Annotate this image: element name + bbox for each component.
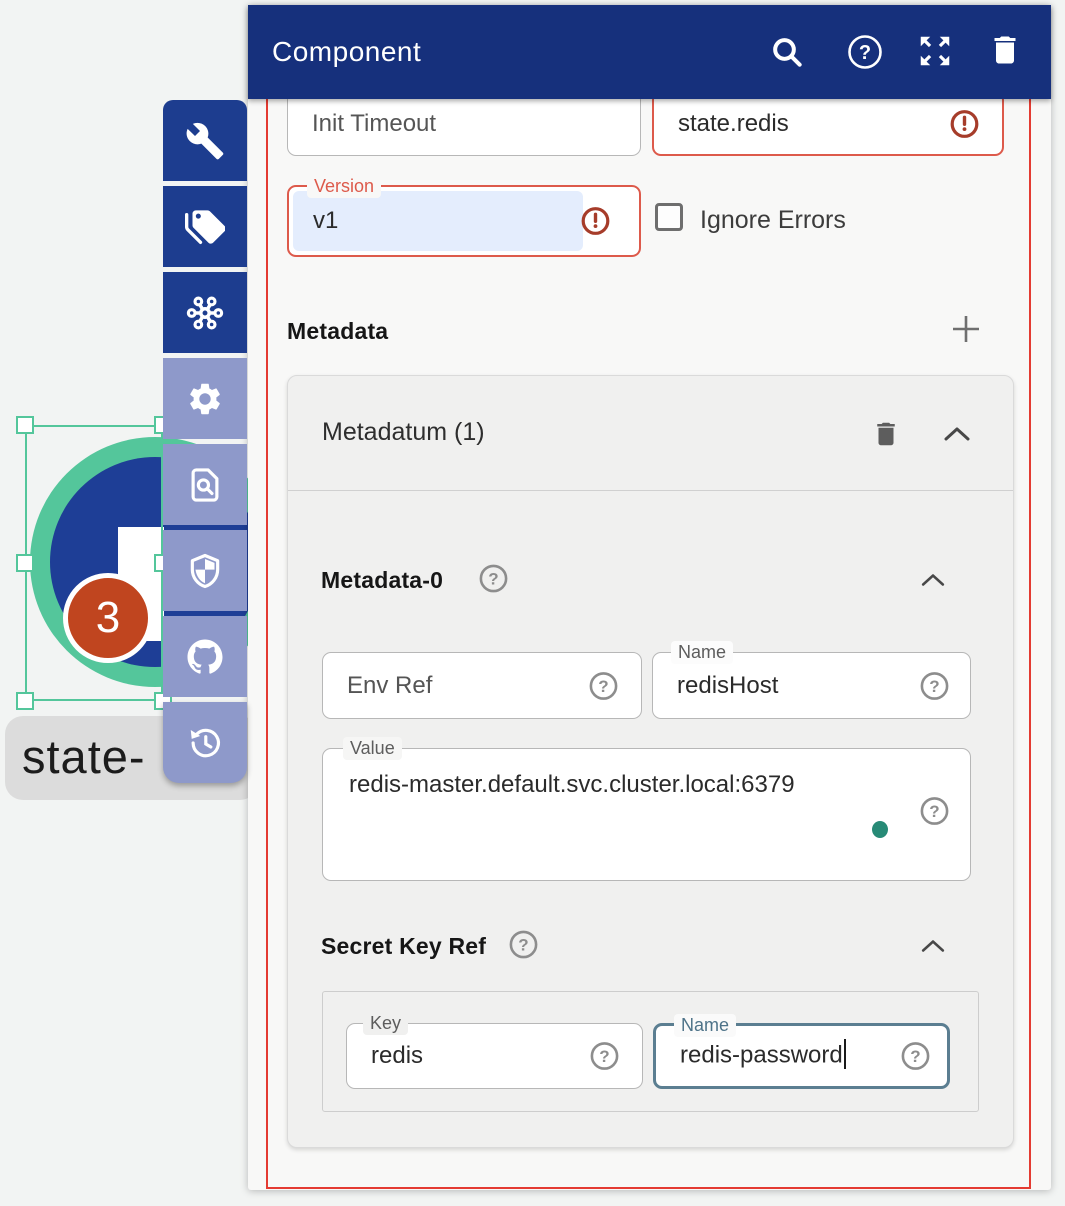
- toolbar-hub-button[interactable]: [163, 272, 247, 353]
- help-button[interactable]: ?: [845, 32, 885, 72]
- metadata-0-heading: Metadata-0: [321, 567, 443, 594]
- chevron-up-icon: [920, 941, 946, 958]
- svg-text:?: ?: [518, 936, 528, 955]
- secret-key-ref-heading: Secret Key Ref: [321, 933, 486, 960]
- resize-handle-ml[interactable]: [16, 554, 34, 572]
- secret-key-ref-group: Key redis ? Name redis-password ?: [322, 991, 979, 1112]
- tags-icon: [185, 207, 225, 247]
- svg-text:?: ?: [859, 42, 871, 64]
- trash-icon: [987, 55, 1023, 72]
- history-icon: [186, 724, 224, 762]
- metadatum-accordion: Metadatum (1) Metadata-0 ? Env Ref ? Nam…: [287, 375, 1014, 1148]
- svg-text:?: ?: [910, 1047, 920, 1066]
- ignore-errors-checkbox[interactable]: [655, 203, 683, 231]
- toolbar-history-button[interactable]: [163, 702, 247, 783]
- secret-key-ref-help-button[interactable]: ?: [508, 929, 539, 960]
- svg-text:?: ?: [488, 570, 498, 589]
- metadata-value-field[interactable]: Value redis-master.default.svc.cluster.l…: [322, 748, 971, 881]
- ignore-errors-label: Ignore Errors: [700, 206, 846, 235]
- metadatum-accordion-header[interactable]: Metadatum (1): [288, 376, 1013, 491]
- version-field[interactable]: Version v1: [287, 185, 641, 257]
- wrench-icon: [185, 121, 225, 161]
- chevron-up-icon: [943, 430, 971, 447]
- value-label: Value: [343, 737, 402, 760]
- component-drawer: Init Timeout state.redis Version v1 Igno…: [248, 5, 1051, 1190]
- chevron-up-icon: [920, 575, 946, 592]
- env-ref-field[interactable]: Env Ref ?: [322, 652, 642, 719]
- error-count-badge: 3: [63, 573, 153, 663]
- toolbar-security-button[interactable]: [163, 530, 247, 611]
- help-icon[interactable]: ?: [900, 1041, 931, 1072]
- collapse-metadatum-button[interactable]: [943, 425, 971, 443]
- help-icon[interactable]: ?: [588, 670, 619, 701]
- error-icon: [949, 108, 980, 139]
- gear-icon: [186, 380, 224, 418]
- metadata-name-field[interactable]: Name redisHost ?: [652, 652, 971, 719]
- delete-button[interactable]: [987, 32, 1027, 72]
- help-icon: ?: [508, 947, 539, 964]
- metadata-heading: Metadata: [287, 318, 388, 345]
- component-type-value: state.redis: [678, 110, 789, 138]
- toolbar-settings-button[interactable]: [163, 358, 247, 439]
- toolbar-wrench-button[interactable]: [163, 100, 247, 181]
- secret-key-value: redis: [371, 1042, 423, 1070]
- svg-text:?: ?: [929, 802, 939, 821]
- metadata-name-value: redisHost: [677, 672, 778, 700]
- secret-name-field[interactable]: Name redis-password ?: [653, 1023, 950, 1089]
- github-icon: [184, 636, 226, 678]
- svg-text:?: ?: [599, 1047, 609, 1066]
- name-label: Name: [674, 1014, 736, 1037]
- help-icon[interactable]: ?: [919, 796, 950, 827]
- collapse-secret-key-ref-button[interactable]: [920, 938, 946, 954]
- status-dot: [872, 821, 888, 838]
- init-timeout-placeholder: Init Timeout: [312, 110, 436, 138]
- search-icon: [767, 59, 807, 76]
- svg-text:?: ?: [598, 677, 608, 696]
- version-label: Version: [307, 175, 381, 198]
- search-button[interactable]: [767, 32, 807, 72]
- hub-network-icon: [184, 292, 226, 334]
- toolbar-github-button[interactable]: [163, 616, 247, 697]
- init-timeout-field[interactable]: Init Timeout: [287, 91, 641, 156]
- delete-metadatum-button[interactable]: [871, 418, 901, 450]
- resize-handle-bl[interactable]: [16, 692, 34, 710]
- env-ref-placeholder: Env Ref: [347, 672, 432, 700]
- metadata-0-help-button[interactable]: ?: [478, 563, 509, 594]
- help-icon[interactable]: ?: [919, 670, 950, 701]
- fullscreen-button[interactable]: [916, 32, 956, 72]
- secret-key-field[interactable]: Key redis ?: [346, 1023, 643, 1089]
- name-label: Name: [671, 641, 733, 664]
- shield-icon: [186, 552, 224, 590]
- key-label: Key: [363, 1012, 408, 1035]
- text-caret: [844, 1039, 847, 1069]
- drawer-title: Component: [272, 5, 421, 99]
- metadata-value-text: redis-master.default.svc.cluster.local:6…: [349, 771, 795, 799]
- toolbar-tags-button[interactable]: [163, 186, 247, 267]
- version-value: v1: [313, 207, 338, 235]
- help-icon[interactable]: ?: [589, 1041, 620, 1072]
- error-icon: [580, 206, 611, 237]
- document-search-icon: [186, 466, 224, 504]
- resize-handle-tl[interactable]: [16, 416, 34, 434]
- toolbar-inspect-button[interactable]: [163, 444, 247, 525]
- help-icon: ?: [478, 581, 509, 598]
- fullscreen-icon: [916, 57, 954, 74]
- drawer-header: Component ?: [248, 5, 1051, 99]
- add-metadata-button[interactable]: [948, 311, 984, 347]
- component-type-field[interactable]: state.redis: [652, 91, 1004, 156]
- plus-icon: [948, 334, 984, 351]
- svg-text:?: ?: [929, 677, 939, 696]
- help-icon: ?: [845, 59, 885, 76]
- metadatum-title: Metadatum (1): [322, 376, 485, 489]
- secret-name-value: redis-password: [680, 1041, 846, 1071]
- collapse-metadata-0-button[interactable]: [920, 572, 946, 588]
